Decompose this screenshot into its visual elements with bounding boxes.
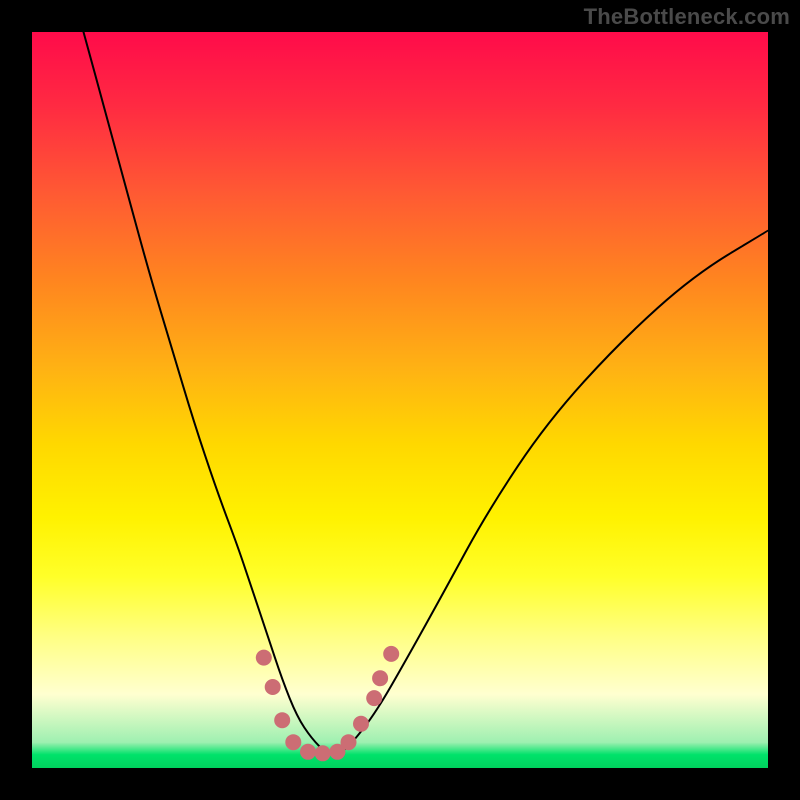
bottleneck-curve bbox=[84, 32, 769, 753]
valley-marker bbox=[341, 734, 357, 750]
chart-frame: TheBottleneck.com bbox=[0, 0, 800, 800]
watermark-label: TheBottleneck.com bbox=[584, 4, 790, 30]
valley-marker bbox=[383, 646, 399, 662]
valley-marker bbox=[274, 712, 290, 728]
chart-svg bbox=[32, 32, 768, 768]
valley-marker bbox=[366, 690, 382, 706]
valley-marker bbox=[285, 734, 301, 750]
plot-area bbox=[32, 32, 768, 768]
valley-marker bbox=[353, 716, 369, 732]
valley-marker bbox=[372, 670, 388, 686]
valley-marker bbox=[315, 745, 331, 761]
valley-marker bbox=[256, 650, 272, 666]
valley-marker bbox=[265, 679, 281, 695]
valley-marker bbox=[300, 744, 316, 760]
